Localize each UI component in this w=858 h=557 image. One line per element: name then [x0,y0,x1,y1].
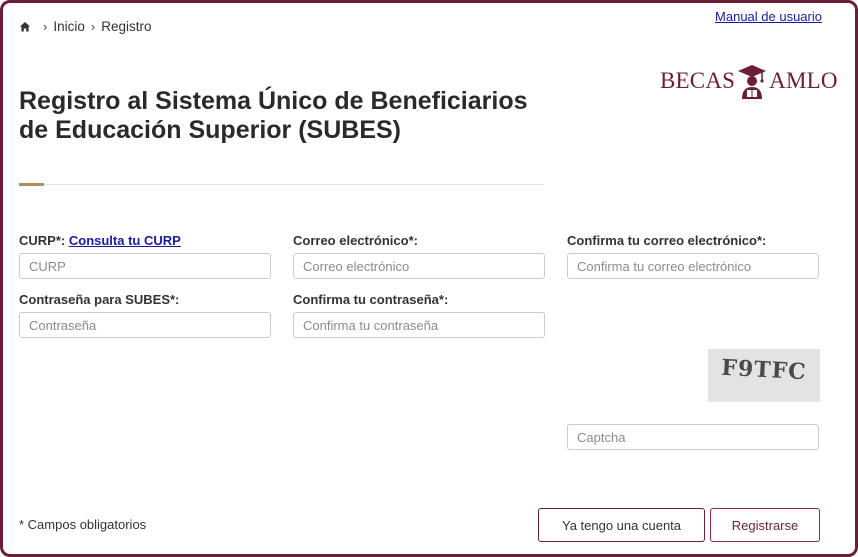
graduate-cap-icon [738,65,767,99]
manual-link[interactable]: Manual de usuario [715,9,822,24]
curp-input[interactable] [19,253,271,279]
login-button[interactable]: Ya tengo una cuenta [538,508,705,542]
captcha-text: F9TFC [720,354,808,386]
password-input[interactable] [19,312,271,338]
password-confirm-input[interactable] [293,312,545,338]
breadcrumb-item-registro: Registro [101,19,152,34]
password-confirm-label: Confirma tu contraseña*: [293,292,449,307]
email-input[interactable] [293,253,545,279]
email-confirm-input[interactable] [567,253,819,279]
email-confirm-label: Confirma tu correo electrónico*: [567,233,767,248]
chevron-right-icon: › [43,19,48,34]
curp-label-text: CURP*: [19,233,66,248]
curp-label: CURP*: Consulta tu CURP [19,233,181,248]
page-title: Registro al Sistema Único de Beneficiari… [19,87,528,144]
becas-amlo-logo: BECAS AMLO [660,61,838,101]
home-icon[interactable] [19,21,31,33]
consulta-curp-link[interactable]: Consulta tu CURP [69,233,181,248]
logo-text-right: AMLO [769,68,838,93]
title-divider [44,184,544,185]
required-fields-note: * Campos obligatorios [19,517,147,532]
page-frame: › Inicio › Registro Manual de usuario BE… [0,0,858,557]
breadcrumb: › Inicio › Registro [19,19,151,34]
captcha-input[interactable] [567,424,819,450]
password-label: Contraseña para SUBES*: [19,292,180,307]
logo-text-left: BECAS [660,68,736,93]
title-accent-bar [19,183,44,186]
captcha-image: F9TFC [708,349,820,402]
email-label: Correo electrónico*: [293,233,418,248]
breadcrumb-item-inicio[interactable]: Inicio [53,19,85,34]
chevron-right-icon: › [90,19,96,34]
register-button[interactable]: Registrarse [710,508,820,542]
